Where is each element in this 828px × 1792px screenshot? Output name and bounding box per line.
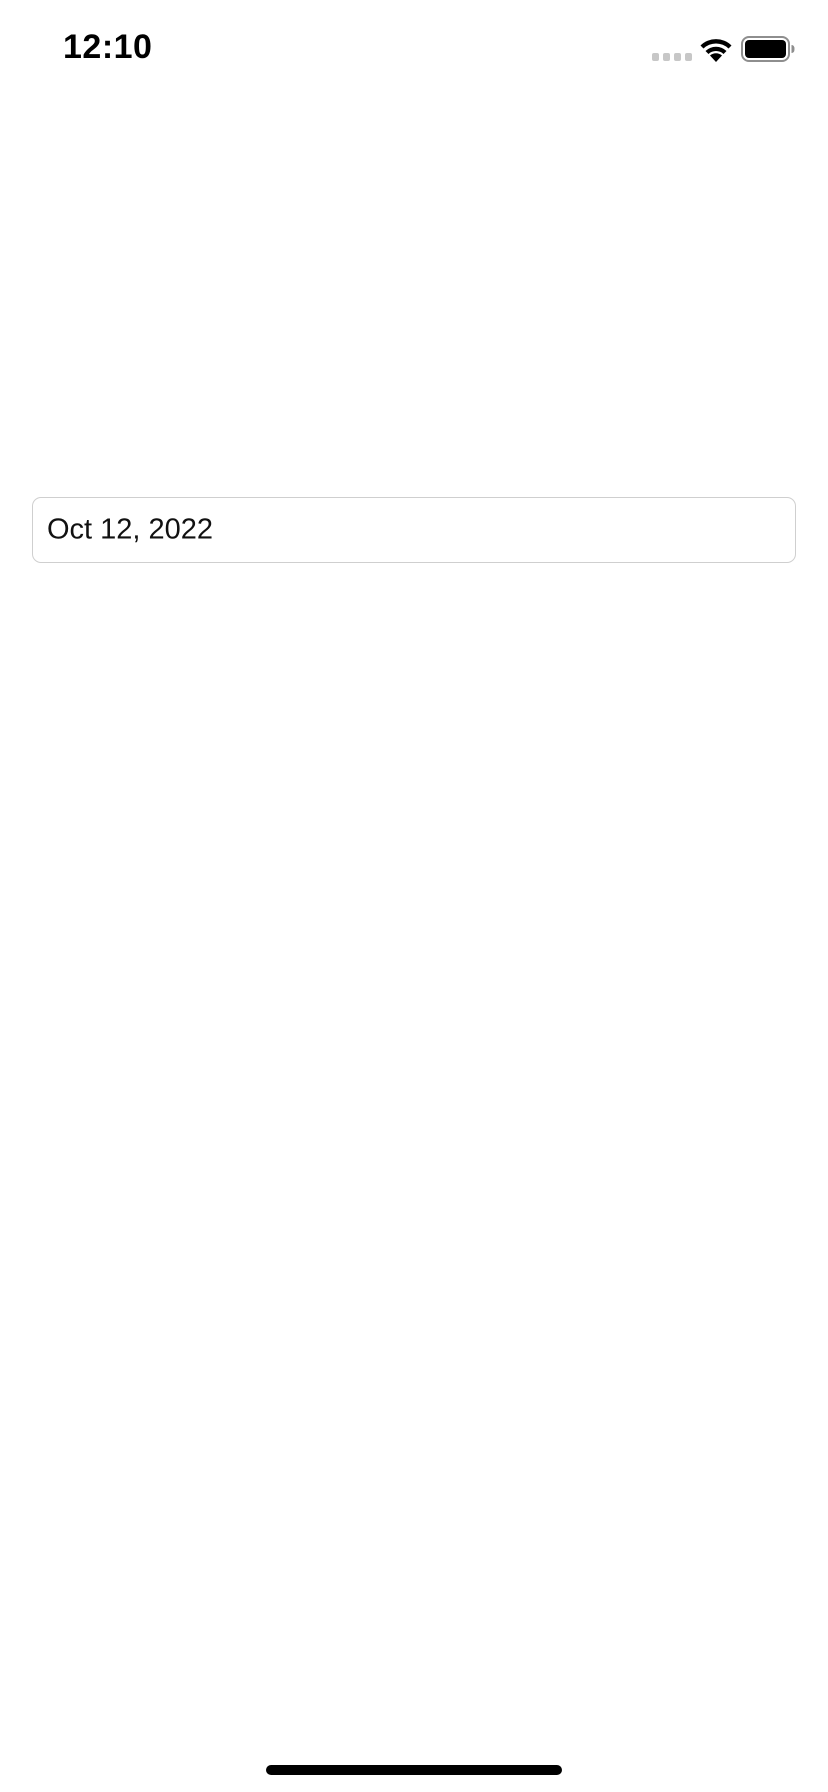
status-time: 12:10 [63,28,153,66]
home-indicator[interactable] [266,1765,562,1775]
date-value: Oct 12, 2022 [47,513,214,546]
status-bar: 12:10 [0,0,828,100]
wifi-icon [700,39,732,62]
cellular-signal-icon [652,53,692,61]
battery-icon [741,36,795,62]
date-picker-field[interactable]: Oct 12, 2022 [32,497,796,563]
